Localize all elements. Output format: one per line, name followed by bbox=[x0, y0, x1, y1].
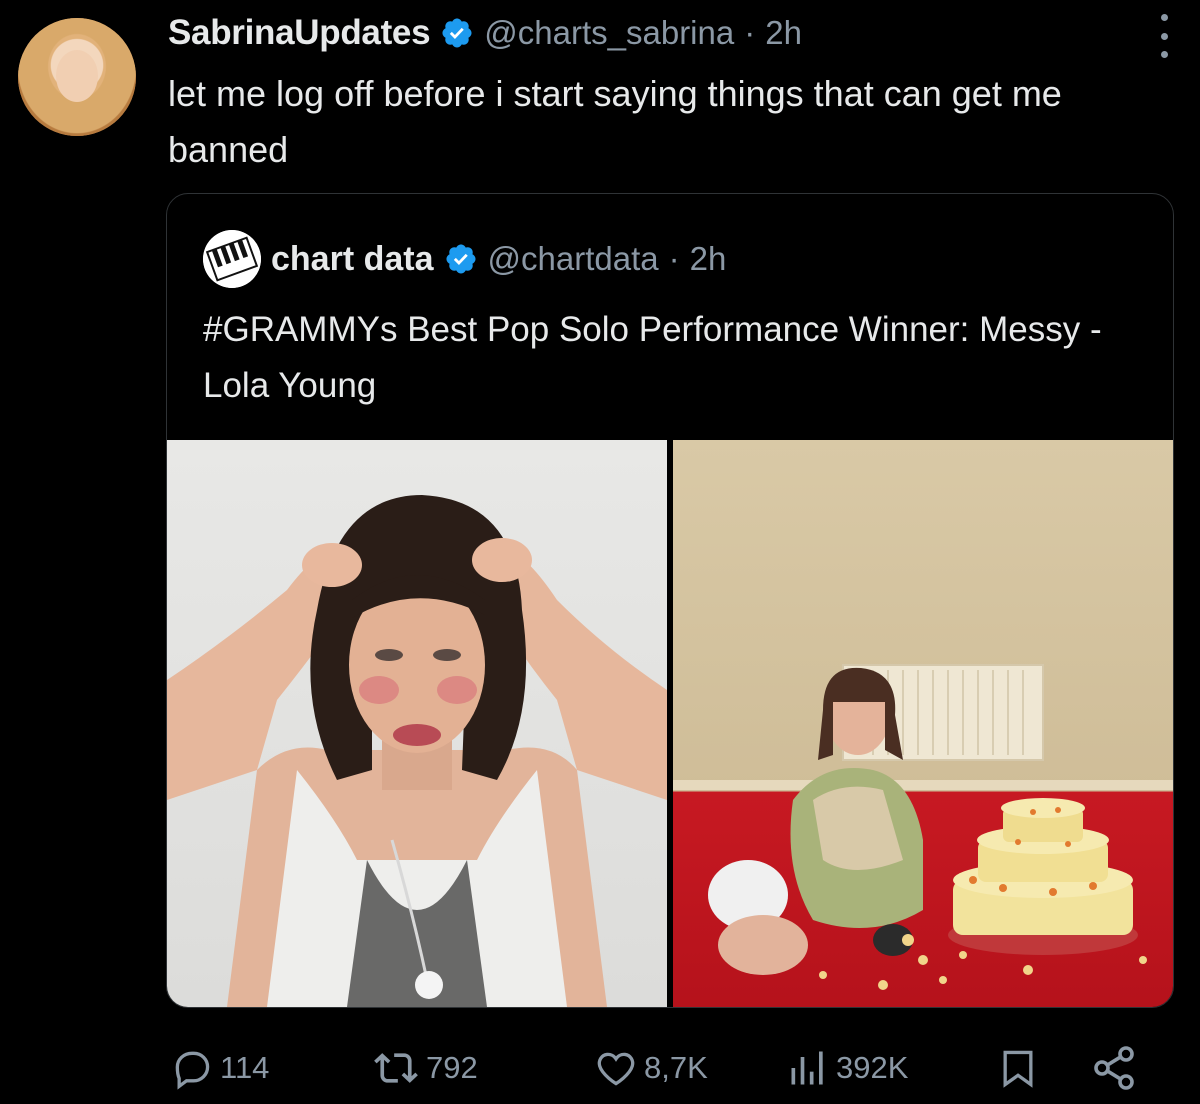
views-chart-icon bbox=[791, 1051, 823, 1085]
author-display-name[interactable]: SabrinaUpdates bbox=[168, 13, 431, 53]
author-avatar[interactable] bbox=[18, 18, 136, 136]
quoted-tweet-text: #GRAMMYs Best Pop Solo Performance Winne… bbox=[203, 310, 1102, 405]
verified-badge-icon bbox=[442, 18, 472, 48]
avatar-face bbox=[56, 50, 98, 102]
quoted-author-display-name[interactable]: chart data bbox=[271, 240, 434, 279]
quoted-tweet-timestamp[interactable]: 2h bbox=[690, 240, 727, 278]
quoted-media-grid bbox=[167, 440, 1173, 1007]
more-vertical-icon[interactable] bbox=[1158, 14, 1170, 58]
verified-badge-icon bbox=[445, 244, 476, 274]
quoted-author-avatar[interactable] bbox=[203, 230, 261, 288]
portrait-illustration bbox=[167, 495, 667, 1007]
repost-icon bbox=[374, 1053, 418, 1083]
media-photo-cake-scene[interactable] bbox=[673, 440, 1173, 1007]
quoted-author-handle[interactable]: @chartdata bbox=[488, 240, 659, 278]
reply-button[interactable]: 114 bbox=[170, 1040, 269, 1096]
tweet-text: let me log off before i start saying thi… bbox=[168, 73, 1062, 170]
reply-count: 114 bbox=[220, 1050, 270, 1085]
separator-dot: · bbox=[668, 240, 680, 277]
bookmark-button[interactable] bbox=[996, 1040, 1040, 1096]
tweet-action-bar: 114 792 8,7K 392K bbox=[166, 1040, 1166, 1096]
author-handle[interactable]: @charts_sabrina bbox=[484, 14, 734, 52]
media-photo-portrait[interactable] bbox=[167, 440, 667, 1007]
quoted-tweet-header: chart data @chartdata · 2h bbox=[203, 230, 727, 288]
heart-icon bbox=[597, 1052, 635, 1086]
piano-logo-icon bbox=[203, 230, 261, 288]
bookmark-icon bbox=[1003, 1050, 1033, 1088]
quoted-tweet[interactable]: chart data @chartdata · 2h #GRAMMYs Best… bbox=[166, 193, 1174, 1008]
reply-icon bbox=[175, 1051, 210, 1090]
separator-dot: · bbox=[744, 14, 756, 51]
like-button[interactable]: 8,7K bbox=[594, 1040, 708, 1096]
tweet-header: SabrinaUpdates @charts_sabrina · 2h bbox=[168, 10, 802, 56]
views-button[interactable]: 392K bbox=[786, 1040, 908, 1096]
repost-button[interactable]: 792 bbox=[372, 1040, 478, 1096]
tweet-timestamp[interactable]: 2h bbox=[765, 14, 802, 52]
like-count: 8,7K bbox=[644, 1050, 708, 1085]
share-button[interactable] bbox=[1090, 1040, 1138, 1096]
cake-scene-illustration bbox=[673, 664, 1173, 990]
share-icon bbox=[1094, 1046, 1134, 1090]
views-count: 392K bbox=[836, 1050, 909, 1085]
repost-count: 792 bbox=[426, 1050, 478, 1085]
